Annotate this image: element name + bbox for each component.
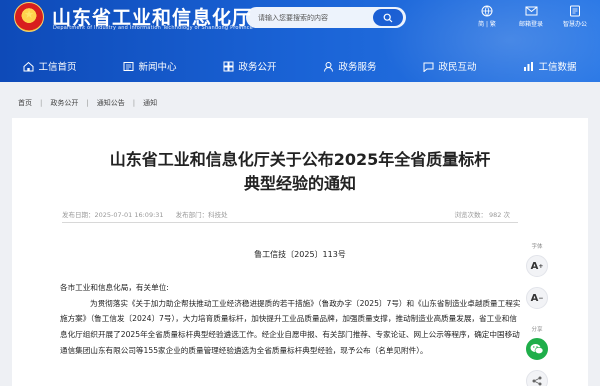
service-icon <box>324 61 334 72</box>
side-tools: 字体 A + A − 分享 <box>524 242 550 386</box>
smart-office-label: 智慧办公 <box>562 21 587 28</box>
wechat-share-button[interactable] <box>526 338 548 360</box>
nav-item-news[interactable]: 新闻中心 <box>100 55 200 77</box>
nav-item-home[interactable]: 工信首页 <box>0 55 100 77</box>
open-gov-icon <box>223 61 234 71</box>
search-icon <box>383 13 393 22</box>
breadcrumb-open-gov[interactable]: 政务公开 <box>50 98 78 108</box>
document-number: 鲁工信技〔2025〕113号 <box>254 250 346 259</box>
breadcrumb: 首页 | 政务公开 | 通知公告 | 通知 <box>0 94 600 112</box>
nav-item-interaction[interactable]: 政民互动 <box>400 55 500 77</box>
interaction-icon <box>423 62 434 72</box>
language-icon <box>481 5 493 17</box>
smart-office-button[interactable]: 智慧办公 <box>558 5 592 28</box>
publish-time: 发布日期：2025-07-01 16:09:31 <box>62 211 164 219</box>
nav-item-label: 政务服务 <box>338 62 377 73</box>
font-decrease-label: A <box>530 292 539 304</box>
nav-item-open-gov[interactable]: 政务公开 <box>200 55 300 77</box>
nav-item-data[interactable]: 工信数据 <box>500 55 600 77</box>
nav-item-label: 新闻中心 <box>138 62 177 73</box>
header-tools: 简 | 繁 邮箱登录 智慧办公 <box>470 5 592 28</box>
nav-item-label: 工信数据 <box>538 62 577 73</box>
article-meta: 发布日期：2025-07-01 16:09:31 发布部门：科技处 <box>62 209 238 219</box>
search-button[interactable] <box>373 9 403 26</box>
nav-item-label: 政务公开 <box>238 62 277 73</box>
breadcrumb-separator: | <box>40 99 43 107</box>
font-increase-label: A <box>530 260 539 272</box>
search-input[interactable] <box>258 13 378 22</box>
share-label: 分享 <box>531 327 543 333</box>
language-switch-label: 简 | 繁 <box>478 21 496 28</box>
breadcrumb-separator: | <box>132 99 136 107</box>
breadcrumb-announcements[interactable]: 通知公告 <box>97 98 125 108</box>
site-subtitle: Department of Industry and Information T… <box>53 25 253 31</box>
nav-item-label: 政民互动 <box>438 62 477 73</box>
article-card: 山东省工业和信息化厅关于公布2025年全省质量标杆 典型经验的通知 发布日期：2… <box>12 118 588 386</box>
breadcrumb-notice[interactable]: 通知 <box>143 98 157 108</box>
article-salutation: 各市工业和信息化局，有关单位: <box>60 283 169 292</box>
more-share-button[interactable] <box>526 370 548 386</box>
view-count: 浏览次数： 982 次 <box>454 211 510 219</box>
home-icon <box>23 61 34 71</box>
mail-login-label: 邮箱登录 <box>518 21 543 28</box>
article-paragraph: 为贯彻落实《关于加力助企帮扶推动工业经济稳进提质的若干措施》（鲁政办字〔2025… <box>60 298 521 355</box>
article-body: 各市工业和信息化局，有关单位: 为贯彻落实《关于加力助企帮扶推动工业经济稳进提质… <box>60 280 522 359</box>
share-icon <box>532 376 542 386</box>
search-box <box>246 7 406 28</box>
font-increase-button[interactable]: A + <box>526 255 548 277</box>
main-nav: 工信首页 新闻中心 政务公开 政务服务 政民互动 工信数据 <box>0 55 600 77</box>
nav-item-label: 工信首页 <box>38 62 77 73</box>
mail-login-button[interactable]: 邮箱登录 <box>514 5 548 28</box>
plus-icon: + <box>538 262 544 270</box>
site-header: ★ 山东省工业和信息化厅 Department of Industry and … <box>0 0 600 82</box>
font-size-label: 字体 <box>531 244 543 250</box>
breadcrumb-separator: | <box>86 99 89 107</box>
mail-icon <box>525 6 537 16</box>
breadcrumb-home[interactable]: 首页 <box>18 98 32 108</box>
minus-icon: − <box>538 294 544 302</box>
article-title-line-2: 典型经验的通知 <box>243 174 356 193</box>
wechat-icon <box>530 344 544 355</box>
article-title-line-1: 山东省工业和信息化厅关于公布2025年全省质量标杆 <box>109 150 491 169</box>
office-icon <box>570 5 580 17</box>
article-title: 山东省工业和信息化厅关于公布2025年全省质量标杆 典型经验的通知 <box>12 148 588 196</box>
nav-item-service[interactable]: 政务服务 <box>300 55 400 77</box>
data-icon <box>524 61 534 71</box>
publish-source: 发布部门：科技处 <box>175 211 228 219</box>
meta-divider <box>62 222 518 223</box>
language-switch[interactable]: 简 | 繁 <box>470 5 504 28</box>
national-emblem-icon: ★ <box>14 2 44 32</box>
news-icon <box>123 61 134 71</box>
font-decrease-button[interactable]: A − <box>526 287 548 309</box>
